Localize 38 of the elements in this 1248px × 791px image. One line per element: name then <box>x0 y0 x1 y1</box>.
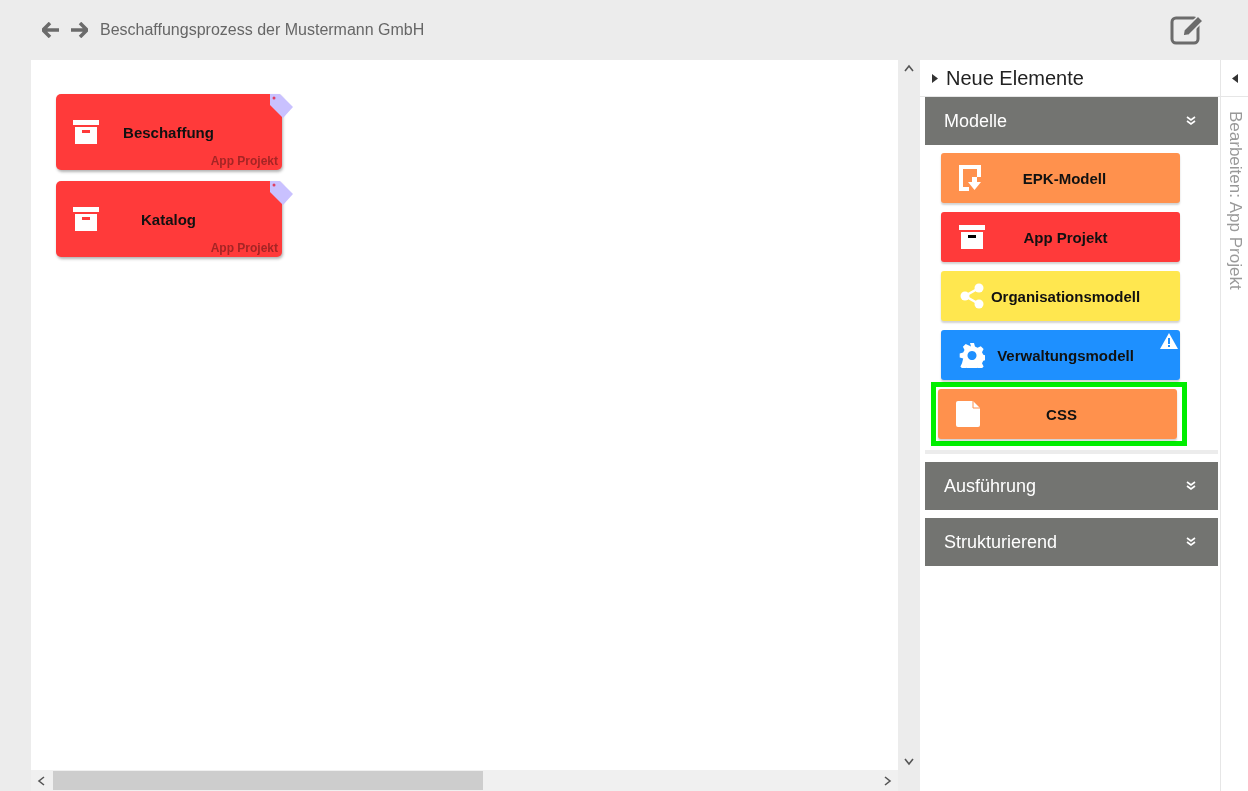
palette-item[interactable]: Organisationsmodell <box>941 271 1180 321</box>
model-node[interactable]: Katalog App Projekt <box>56 181 282 257</box>
node-type: App Projekt <box>210 241 278 255</box>
double-chevron-icon <box>1186 537 1196 547</box>
forward-button[interactable] <box>70 22 88 38</box>
node-label: Beschaffung <box>122 123 215 141</box>
palette-item[interactable]: EPK-Modell <box>941 153 1180 203</box>
scroll-down-icon[interactable] <box>904 758 914 766</box>
scrollbar-thumb[interactable] <box>53 771 483 790</box>
share-icon <box>959 283 985 309</box>
back-button[interactable] <box>42 22 60 38</box>
gear-icon <box>959 342 985 368</box>
collapse-caret-icon[interactable] <box>1231 73 1238 83</box>
scroll-left-icon[interactable] <box>37 775 45 786</box>
document-title: Beschaffungsprozess der Mustermann GmbH <box>100 21 426 39</box>
file-icon <box>956 401 980 427</box>
palette-item[interactable]: Verwaltungsmodell <box>941 330 1180 380</box>
document-arrow-icon <box>959 165 983 191</box>
section-header[interactable]: Modelle <box>925 97 1218 145</box>
scroll-right-icon[interactable] <box>884 775 892 786</box>
node-type: App Projekt <box>210 154 278 168</box>
double-chevron-icon <box>1186 481 1196 491</box>
scroll-up-icon[interactable] <box>904 64 914 72</box>
palette-item[interactable]: CSS <box>938 389 1177 439</box>
archive-icon <box>73 119 99 145</box>
archive-icon <box>73 206 99 232</box>
double-chevron-icon <box>1186 116 1196 126</box>
tag-icon <box>267 94 293 120</box>
caret-right-icon[interactable] <box>932 73 938 83</box>
archive-icon <box>959 224 985 250</box>
section-header[interactable]: Ausführung <box>925 462 1218 510</box>
model-node[interactable]: Beschaffung App Projekt <box>56 94 282 170</box>
palette-item[interactable]: App Projekt <box>941 212 1180 262</box>
node-label: Katalog <box>140 210 197 228</box>
tag-icon <box>267 181 293 207</box>
section-header[interactable]: Strukturierend <box>925 518 1218 566</box>
panel-title: Neue Elemente <box>946 66 1084 90</box>
side-tab-label[interactable]: Bearbeiten: App Projekt <box>1224 111 1245 290</box>
